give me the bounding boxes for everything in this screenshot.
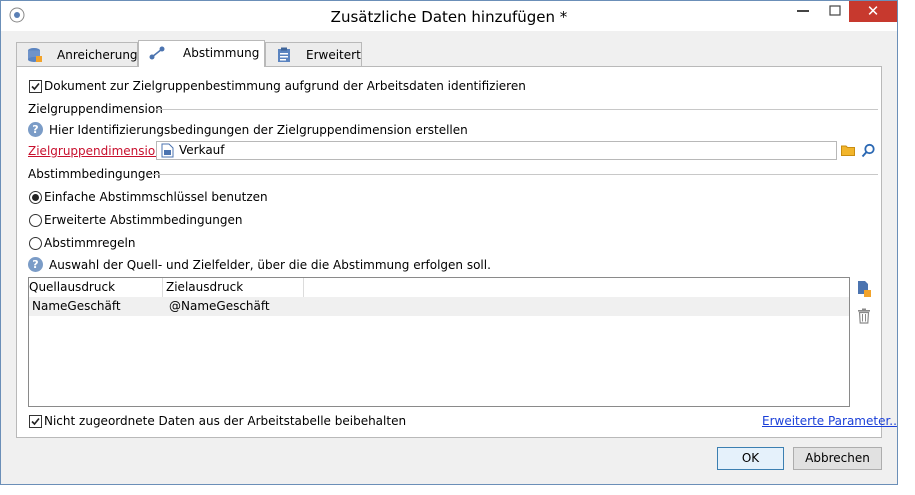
ok-button[interactable]: OK	[717, 447, 784, 470]
help-text-fields: Auswahl der Quell- und Zielfelder, über …	[49, 258, 491, 272]
table-row[interactable]: NameGeschäft @NameGeschäft	[29, 297, 849, 316]
identify-checkbox[interactable]	[29, 80, 42, 93]
column-header-target[interactable]: Zielausdruck	[166, 280, 243, 294]
help-icon: ?	[28, 122, 43, 137]
tab-label: Abstimmung	[183, 46, 260, 60]
tab-erweitert[interactable]: Erweitert	[265, 42, 362, 66]
keep-unmatched-label: Nicht zugeordnete Daten aus der Arbeitst…	[44, 414, 407, 428]
radio-rules-label: Abstimmregeln	[44, 236, 136, 250]
dialog-window: Zusätzliche Daten hinzufügen * ✕ Anreich…	[0, 0, 898, 485]
column-separator	[162, 278, 163, 297]
radio-advanced-conditions[interactable]	[29, 214, 42, 227]
clipboard-icon	[278, 47, 290, 62]
database-icon	[28, 48, 42, 62]
target-dimension-label: Zielgruppendimension:	[28, 144, 167, 158]
title-bar: Zusätzliche Daten hinzufügen * ✕	[1, 1, 897, 31]
radio-simple-keys[interactable]	[29, 191, 42, 204]
help-icon: ?	[28, 257, 43, 272]
column-header-source[interactable]: Quellausdruck	[29, 280, 115, 294]
identify-checkbox-label: Dokument zur Zielgruppenbestimmung aufgr…	[44, 79, 526, 93]
tab-label: Anreicherung	[57, 48, 138, 62]
checkmark-icon	[31, 417, 40, 426]
maximize-icon[interactable]	[824, 1, 846, 21]
search-icon[interactable]	[861, 143, 876, 158]
section-title-target: Zielgruppendimension	[28, 102, 163, 116]
table-cell-target[interactable]: @NameGeschäft	[169, 299, 270, 313]
schema-icon	[161, 143, 174, 158]
separator	[151, 174, 878, 175]
target-dimension-field[interactable]: Verkauf	[156, 141, 837, 160]
table-header: Quellausdruck Zielausdruck	[29, 278, 849, 298]
separator	[156, 109, 878, 110]
tab-anreicherung[interactable]: Anreicherung	[16, 42, 138, 66]
cancel-button[interactable]: Abbrechen	[793, 447, 882, 470]
folder-icon[interactable]	[841, 143, 855, 157]
close-button[interactable]: ✕	[849, 1, 897, 22]
keep-unmatched-checkbox[interactable]	[29, 415, 42, 428]
help-text-target: Hier Identifizierungsbedingungen der Zie…	[49, 123, 468, 137]
advanced-parameters-link[interactable]: Erweiterte Parameter..	[762, 414, 897, 428]
table-cell-source[interactable]: NameGeschäft	[32, 299, 121, 313]
column-separator	[303, 278, 304, 297]
radio-simple-keys-label: Einfache Abstimmschlüssel benutzen	[44, 190, 268, 204]
trash-icon[interactable]	[857, 308, 871, 324]
tab-label: Erweitert	[306, 48, 361, 62]
checkmark-icon	[31, 82, 40, 91]
mapping-table: Quellausdruck Zielausdruck NameGeschäft …	[28, 277, 850, 407]
section-title-conditions: Abstimmbedingungen	[28, 167, 161, 181]
link-icon	[149, 46, 165, 60]
tab-abstimmung[interactable]: Abstimmung	[138, 40, 265, 67]
close-icon: ✕	[866, 2, 880, 20]
add-row-icon[interactable]	[856, 280, 871, 297]
target-dimension-value: Verkauf	[179, 143, 225, 157]
radio-advanced-conditions-label: Erweiterte Abstimmbedingungen	[44, 213, 243, 227]
window-title: Zusätzliche Daten hinzufügen *	[330, 8, 568, 26]
radio-rules[interactable]	[29, 237, 42, 250]
minimize-icon[interactable]	[797, 10, 809, 12]
